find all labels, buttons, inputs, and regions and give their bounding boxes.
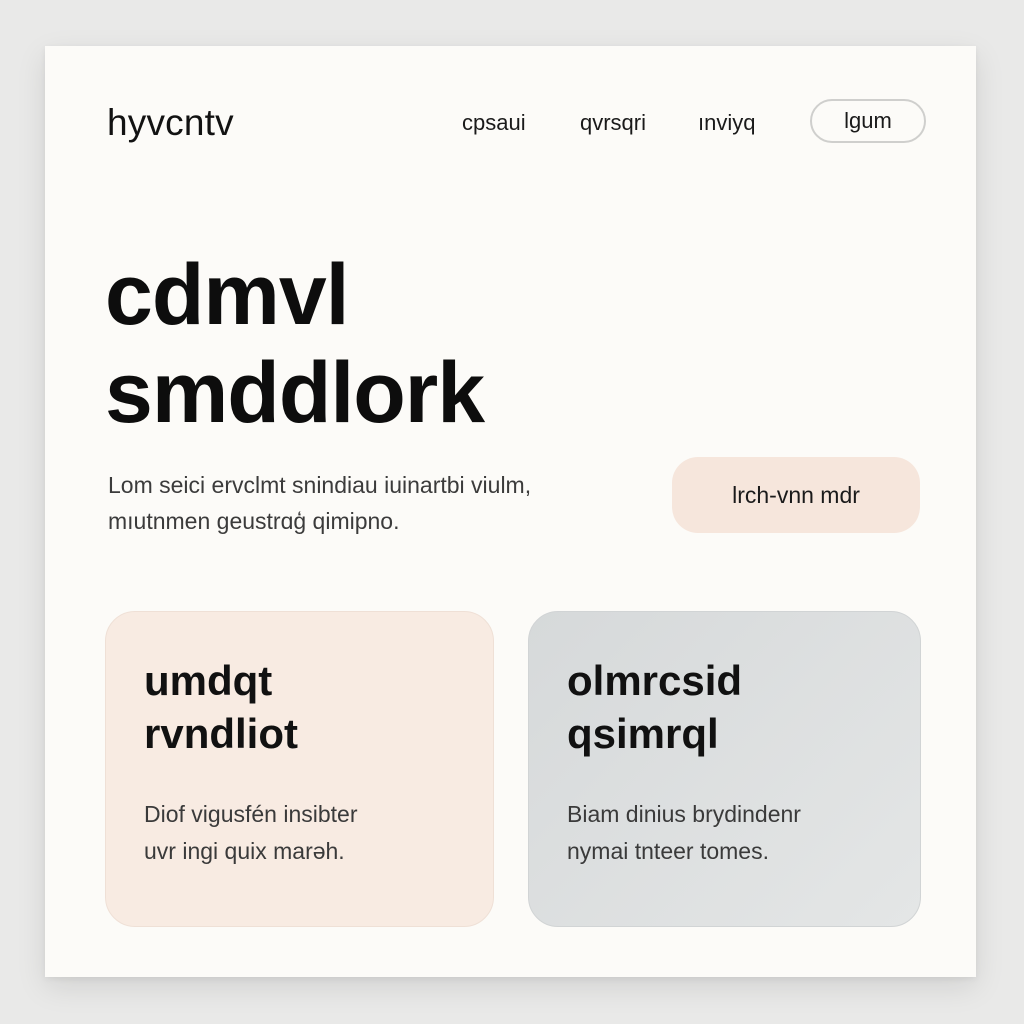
card-text-line-2: nymai tnteer tomes. [567,838,769,864]
card-title: umdqt rvndliot [144,654,455,760]
card-description: Diof vigusfén insibter uvr ingi quix mar… [144,796,455,870]
card-title-line-1: olmrcsid [567,657,743,704]
brand-logo[interactable]: hyvcntv [107,102,234,144]
card-title-line-2: qsimrql [567,710,719,757]
hero-title-line-2: smddlork [105,345,485,441]
card-title-line-1: umdqt [144,657,273,704]
hero-description: Lom seici ervclmt snindiau iuinartbi viu… [108,467,628,539]
card-text-line-1: Biam dinius brydindenr [567,801,801,827]
nav-link-2[interactable]: qvrsqri [580,110,646,136]
hero-description-line-1: Lom seici ervclmt snindiau iuinartbi viu… [108,472,532,498]
nav-link-3[interactable]: ınviyq [698,110,755,136]
card-description: Biam dinius brydindenr nymai tnteer tome… [567,796,882,870]
card-title: olmrcsid qsimrql [567,654,882,760]
feature-card-2[interactable]: olmrcsid qsimrql Biam dinius brydindenr … [528,611,921,927]
nav-link-1[interactable]: cpsaui [462,110,526,136]
hero-title: cdmvl smddlork [105,246,485,442]
card-text-line-2: uvr ingi quix marəh. [144,838,345,864]
page-canvas: hyvcntv cpsaui qvrsqri ınviyq lgum cdmvl… [45,46,976,977]
card-text-line-1: Diof vigusfén insibter [144,801,358,827]
hero-title-line-1: cdmvl [105,247,350,343]
login-button[interactable]: lgum [810,99,926,143]
card-title-line-2: rvndliot [144,710,298,757]
cta-button[interactable]: lrch-vnn mdr [672,457,920,533]
feature-card-1[interactable]: umdqt rvndliot Diof vigusfén insibter uv… [105,611,494,927]
hero-description-line-2: mıutnmen geustrɑģ qimipno. [108,508,400,534]
